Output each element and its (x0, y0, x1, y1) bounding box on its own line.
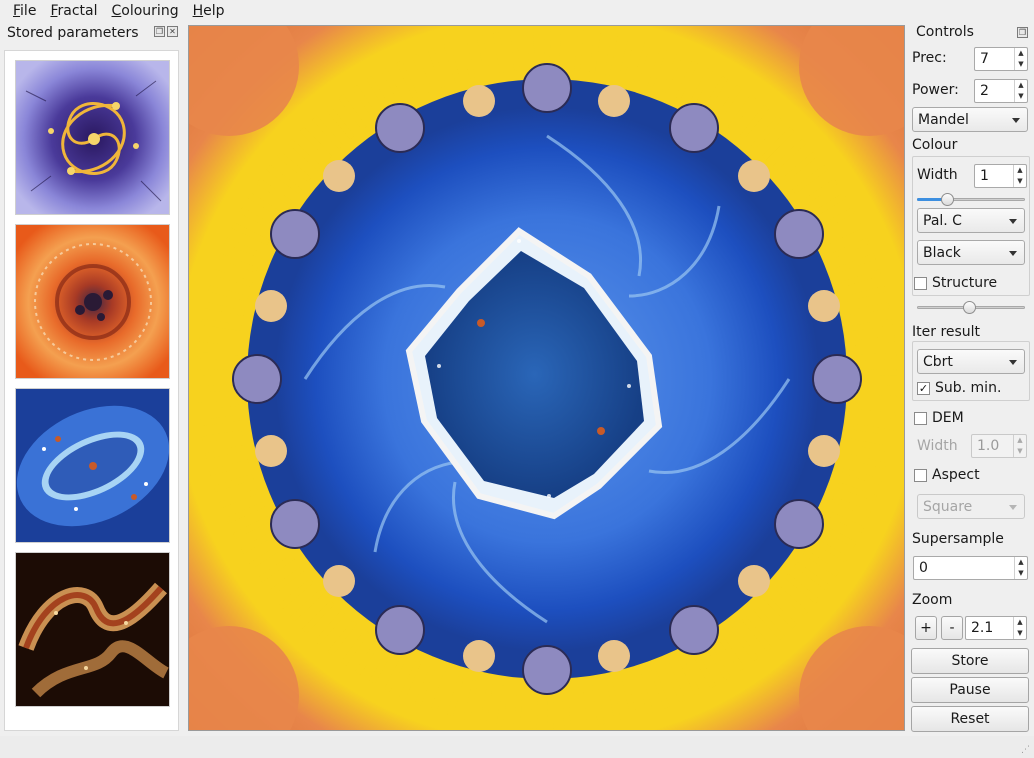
store-button[interactable]: Store (911, 648, 1029, 674)
sub-min-checkbox[interactable]: ✓ (917, 381, 930, 395)
float-icon[interactable]: ❐ (154, 26, 165, 37)
spin-arrows-icon[interactable]: ▲ ▼ (1013, 617, 1026, 639)
aspect-checkbox[interactable] (914, 468, 927, 482)
stored-thumbnail-2[interactable] (15, 224, 170, 379)
fractal-canvas[interactable] (188, 25, 905, 731)
float-icon[interactable]: ❐ (1017, 27, 1028, 38)
thumb-orange-disc (16, 225, 169, 378)
aspect-checkbox-row[interactable]: Aspect (914, 467, 980, 483)
menu-help[interactable]: Help (186, 0, 232, 23)
background-select[interactable]: Black (917, 240, 1025, 265)
spin-arrows-icon[interactable]: ▲ ▼ (1013, 165, 1026, 187)
dem-label: DEM (932, 410, 964, 426)
zoom-in-button[interactable]: + (915, 616, 937, 640)
dem-checkbox-row[interactable]: DEM (914, 410, 964, 426)
chevron-down-icon (1009, 505, 1017, 510)
main-window: File Fractal Colouring Help Stored param… (0, 0, 1034, 758)
menubar: File Fractal Colouring Help (0, 0, 1034, 23)
colour-width-label: Width (917, 167, 958, 183)
sub-min-label: Sub. min. (935, 380, 1002, 396)
aspect-select[interactable]: Square (917, 494, 1025, 519)
iter-result-label: Iter result (912, 324, 981, 340)
chevron-down-icon (1009, 360, 1017, 365)
structure-checkbox-row[interactable]: Structure (914, 275, 997, 291)
thumb-blue-star (16, 389, 169, 542)
prec-label: Prec: (912, 50, 947, 66)
dem-width-label: Width (917, 438, 958, 454)
stored-thumbnail-4[interactable] (15, 552, 170, 707)
structure-label: Structure (932, 275, 998, 291)
stored-thumbnail-1[interactable] (15, 60, 170, 215)
spin-arrows-icon[interactable]: ▲ ▼ (1014, 80, 1027, 102)
colour-width-slider[interactable] (917, 191, 1025, 207)
colour-label: Colour (912, 137, 958, 153)
menu-colouring[interactable]: Colouring (105, 0, 186, 23)
palette-select[interactable]: Pal. C (917, 208, 1025, 233)
fractal-type-select[interactable]: Mandel (912, 107, 1028, 132)
menu-file[interactable]: File (6, 0, 43, 23)
fractal-render (189, 26, 904, 730)
slider-handle[interactable] (963, 301, 976, 314)
chevron-down-icon (1009, 219, 1017, 224)
supersample-label: Supersample (912, 531, 1004, 547)
stored-thumbnail-3[interactable] (15, 388, 170, 543)
prec-spinbox[interactable]: 7 ▲ ▼ (974, 47, 1028, 71)
chevron-down-icon (1009, 251, 1017, 256)
thumb-dark-gold (16, 553, 169, 706)
aspect-label: Aspect (932, 467, 980, 483)
power-spinbox[interactable]: 2 ▲ ▼ (974, 79, 1028, 103)
dem-checkbox[interactable] (914, 411, 927, 425)
stored-parameters-dock: Stored parameters ❐ ✕ (0, 23, 183, 733)
spin-arrows-icon: ▲ ▼ (1013, 435, 1026, 457)
supersample-spinbox[interactable]: 0 ▲ ▼ (913, 556, 1028, 580)
power-label: Power: (912, 82, 959, 98)
close-icon[interactable]: ✕ (167, 26, 178, 37)
dock-buttons: ❐ ✕ (154, 26, 178, 37)
slider-handle[interactable] (941, 193, 954, 206)
sub-min-checkbox-row[interactable]: ✓ Sub. min. (917, 380, 1001, 396)
zoom-spinbox[interactable]: 2.1 ▲ ▼ (965, 616, 1027, 640)
zoom-label: Zoom (912, 592, 953, 608)
structure-slider[interactable] (917, 299, 1025, 315)
structure-checkbox[interactable] (914, 276, 927, 290)
controls-title: Controls (916, 24, 974, 40)
spin-arrows-icon[interactable]: ▲ ▼ (1014, 557, 1027, 579)
dem-width-spinbox[interactable]: 1.0 ▲ ▼ (971, 434, 1027, 458)
iter-result-select[interactable]: Cbrt (917, 349, 1025, 374)
colour-width-spinbox[interactable]: 1 ▲ ▼ (974, 164, 1027, 188)
controls-dock: Controls ❐ Prec: 7 ▲ ▼ Power: 2 ▲ ▼ Mandel… (907, 23, 1034, 735)
menu-fractal[interactable]: Fractal (43, 0, 104, 23)
reset-button[interactable]: Reset (911, 706, 1029, 732)
spin-arrows-icon[interactable]: ▲ ▼ (1014, 48, 1027, 70)
pause-button[interactable]: Pause (911, 677, 1029, 703)
thumb-purple-spiral (16, 61, 169, 214)
chevron-down-icon (1012, 118, 1020, 123)
stored-parameters-list (4, 50, 179, 731)
zoom-out-button[interactable]: - (941, 616, 963, 640)
status-bar: ⋰ (0, 736, 1034, 758)
resize-grip-icon[interactable]: ⋰ (1021, 745, 1031, 755)
